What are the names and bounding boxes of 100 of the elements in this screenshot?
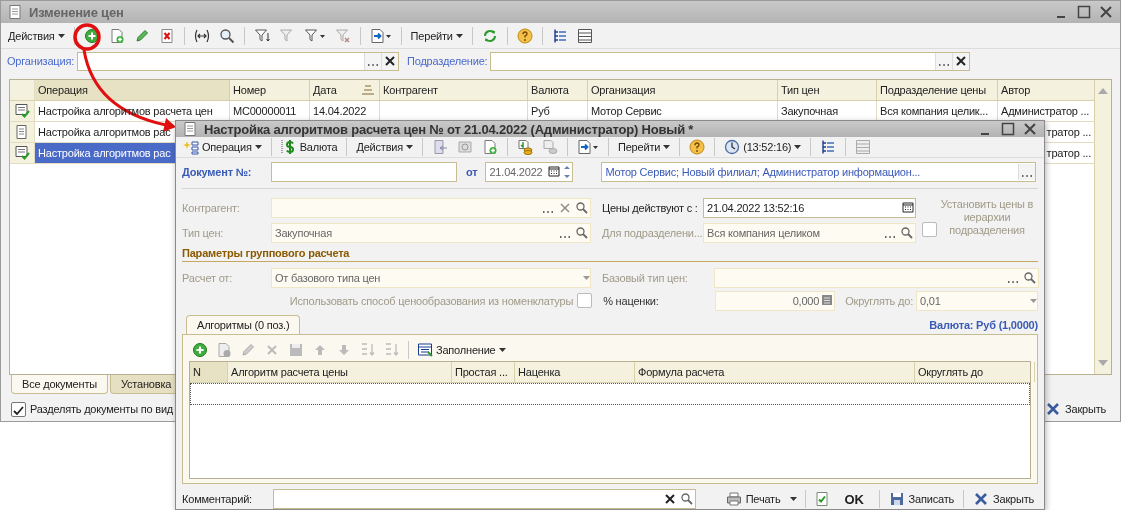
close-icon[interactable]: [1098, 4, 1114, 20]
filter-icon[interactable]: [303, 27, 326, 44]
maximize-icon[interactable]: [1076, 4, 1092, 20]
close-button[interactable]: Закрыть: [1041, 399, 1110, 419]
column-header[interactable]: Контрагент: [380, 80, 528, 100]
arrows-icon[interactable]: [193, 27, 210, 44]
search-icon[interactable]: [899, 224, 915, 241]
document-check-icon[interactable]: [813, 491, 830, 507]
price-type-field[interactable]: Закупочная: [271, 222, 591, 243]
checkbox[interactable]: [577, 293, 593, 308]
close-button[interactable]: Закрыть: [969, 489, 1038, 509]
actions-menu[interactable]: Действия: [353, 137, 416, 157]
goto-menu[interactable]: Перейти: [407, 25, 466, 46]
help-icon[interactable]: [689, 139, 706, 155]
checkbox-label: Установить цены в иерархии подразделения: [939, 197, 1035, 237]
checkbox[interactable]: [11, 401, 26, 417]
coins-icon[interactable]: [542, 139, 558, 155]
column-header[interactable]: N: [190, 362, 228, 382]
operation-menu[interactable]: Операция: [180, 137, 265, 157]
table-cell: Вся компания целик...: [880, 105, 989, 117]
filter-label: Подразделение:: [407, 55, 488, 67]
column-header[interactable]: Формула расчета: [635, 362, 915, 382]
base-price-type-field[interactable]: [714, 267, 1039, 288]
tab[interactable]: Алгоритмы (0 поз.): [186, 315, 301, 334]
checkbox-label: Использовать способ ценообразования из номенклатуры: [288, 294, 575, 307]
date-field[interactable]: 21.04.2022: [485, 162, 574, 182]
document-plus-icon[interactable]: [108, 27, 125, 44]
division-field[interactable]: Вся компания целиком: [703, 222, 916, 243]
column-header[interactable]: Алгоритм расчета цены: [228, 362, 452, 382]
field-label: % наценки:: [602, 294, 660, 307]
column-header[interactable]: Простая ...: [452, 362, 515, 382]
document-plus-icon[interactable]: [216, 342, 232, 358]
help-icon[interactable]: [516, 27, 533, 44]
calendar-icon[interactable]: [901, 199, 915, 216]
document-arrow-icon[interactable]: [369, 27, 392, 44]
table-cell: Мотор Сервис: [591, 105, 662, 117]
column-header[interactable]: Организация: [588, 80, 778, 100]
scrollbar[interactable]: [1094, 80, 1111, 374]
markup-field[interactable]: 0,000: [715, 290, 836, 311]
search-icon[interactable]: [679, 491, 695, 507]
column-header[interactable]: Подразделение цены: [877, 80, 998, 100]
search-icon[interactable]: [218, 27, 235, 44]
refresh-icon[interactable]: [481, 27, 498, 44]
goto-menu[interactable]: Перейти: [615, 137, 674, 157]
time-menu[interactable]: (13:52:16): [721, 137, 805, 157]
filter-field[interactable]: [77, 51, 399, 71]
filter-clear-icon[interactable]: [334, 27, 351, 44]
search-icon[interactable]: [574, 199, 590, 216]
tab[interactable]: Все документы: [11, 375, 108, 394]
pencil-icon[interactable]: [133, 27, 150, 44]
column-header[interactable]: Дата: [310, 80, 380, 100]
summary-field[interactable]: Мотор Сервис; Новый филиал; Администратор информацион...: [601, 162, 1037, 182]
checkbox[interactable]: [922, 221, 937, 237]
column-header[interactable]: Наценка: [515, 362, 635, 382]
column-header[interactable]: Номер: [230, 80, 310, 100]
search-icon[interactable]: [574, 224, 590, 241]
delete-icon[interactable]: [158, 27, 175, 44]
caret-icon[interactable]: [789, 497, 797, 501]
field-label: Комментарий:: [182, 493, 253, 505]
actions-menu[interactable]: Действия: [5, 25, 68, 46]
field-label: Округлять до:: [845, 294, 913, 307]
close-icon[interactable]: [1022, 121, 1038, 137]
search-icon[interactable]: [1022, 269, 1038, 286]
calendar-icon[interactable]: [547, 164, 562, 180]
tree-icon[interactable]: [551, 27, 568, 44]
ok-button[interactable]: OK: [834, 489, 874, 509]
add-icon[interactable]: [192, 342, 208, 358]
pencil-icon[interactable]: [240, 342, 256, 358]
coins-icon[interactable]: [517, 139, 533, 155]
field-label: от: [466, 166, 478, 178]
spinner-icon[interactable]: [562, 164, 573, 180]
table-cell: Руб: [531, 105, 550, 117]
column-header[interactable]: Тип цен: [778, 80, 877, 100]
dropdown-field[interactable]: От базового типа цен: [271, 267, 591, 288]
filter-icon[interactable]: [253, 27, 270, 44]
document-plus-icon[interactable]: [482, 139, 498, 155]
table-row[interactable]: [190, 383, 1030, 405]
date-time-field[interactable]: 21.04.2022 13:52:16: [703, 197, 916, 218]
field-label: Тип цен:: [182, 226, 225, 239]
save-button[interactable]: Записать: [884, 489, 959, 509]
caret-icon: [498, 348, 506, 352]
column-header[interactable]: Округлять до: [915, 362, 1035, 382]
print-button[interactable]: Печать: [721, 489, 785, 509]
comment-field[interactable]: [273, 489, 696, 509]
filter-field[interactable]: [490, 51, 971, 71]
caret-icon: [455, 33, 463, 38]
document-number-field[interactable]: [271, 162, 457, 182]
list-icon[interactable]: [576, 27, 593, 44]
column-header[interactable]: Валюта: [528, 80, 588, 100]
column-header[interactable]: Операция: [35, 80, 230, 100]
currency-button[interactable]: Валюта: [277, 137, 341, 157]
maximize-icon[interactable]: [1000, 121, 1016, 137]
field-label: Для подразделени...: [601, 226, 703, 239]
tree-icon[interactable]: [820, 139, 837, 155]
caret-icon: [254, 145, 262, 149]
dropdown-field[interactable]: 0,01: [916, 290, 1038, 311]
field-label: Цены действуют с :: [601, 201, 699, 214]
document-arrow-icon[interactable]: [577, 139, 599, 155]
counterparty-field[interactable]: [271, 197, 591, 218]
fill-menu[interactable]: Заполнение: [414, 340, 509, 360]
